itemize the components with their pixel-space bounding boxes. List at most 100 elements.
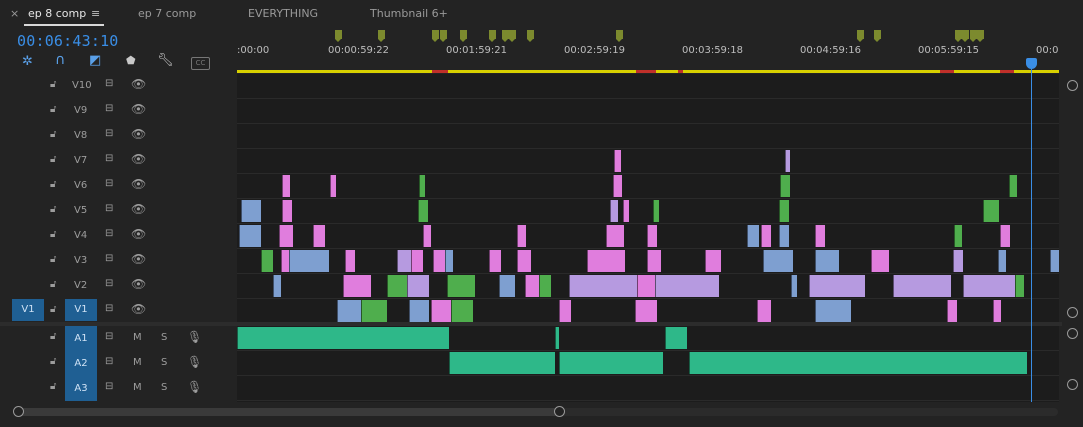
audio-clip[interactable] bbox=[665, 327, 687, 349]
zoom-handle-right[interactable] bbox=[554, 406, 565, 417]
video-clip[interactable] bbox=[261, 250, 273, 272]
scroll-handle[interactable] bbox=[1067, 80, 1078, 91]
video-clip[interactable] bbox=[610, 200, 618, 222]
playhead-line[interactable] bbox=[1031, 58, 1032, 402]
wrench-icon[interactable]: 🔧︎ bbox=[157, 53, 174, 68]
vertical-scrollbar[interactable] bbox=[1062, 74, 1083, 402]
video-clip[interactable] bbox=[517, 225, 526, 247]
lock-icon[interactable]: 🔓︎ bbox=[50, 104, 56, 115]
eye-icon[interactable]: 👁︎ bbox=[131, 302, 146, 316]
video-clip[interactable] bbox=[289, 250, 329, 272]
timeline-marker[interactable] bbox=[502, 30, 509, 42]
eye-icon[interactable]: 👁︎ bbox=[131, 202, 146, 216]
snap-icon[interactable]: ✲ bbox=[22, 54, 33, 69]
mute-button[interactable]: M bbox=[133, 382, 142, 393]
lock-icon[interactable]: 🔓︎ bbox=[50, 154, 56, 165]
sync-lock-icon[interactable]: ⊟ bbox=[105, 178, 113, 189]
lock-icon[interactable]: 🔓︎ bbox=[50, 79, 56, 90]
scroll-handle[interactable] bbox=[1067, 379, 1078, 390]
close-tab-icon[interactable]: × bbox=[10, 0, 19, 30]
video-clip[interactable] bbox=[637, 275, 655, 297]
video-clip[interactable] bbox=[953, 250, 963, 272]
zoom-handle-left[interactable] bbox=[13, 406, 24, 417]
video-clip[interactable] bbox=[613, 175, 622, 197]
horizontal-scrollbar[interactable] bbox=[0, 402, 1083, 427]
video-clip[interactable] bbox=[451, 300, 473, 322]
eye-icon[interactable]: 👁︎ bbox=[131, 252, 146, 266]
video-clip[interactable] bbox=[871, 250, 889, 272]
video-clip[interactable] bbox=[947, 300, 957, 322]
microphone-icon[interactable]: 🎙︎ bbox=[187, 380, 202, 394]
video-clip[interactable] bbox=[893, 275, 951, 297]
timeline-marker[interactable] bbox=[378, 30, 385, 42]
lane-a3[interactable] bbox=[237, 376, 1059, 401]
timeline-marker[interactable] bbox=[970, 30, 977, 42]
video-clip[interactable] bbox=[993, 300, 1001, 322]
video-clip[interactable] bbox=[647, 250, 661, 272]
video-clip[interactable] bbox=[779, 225, 789, 247]
timeline-marker[interactable] bbox=[440, 30, 447, 42]
sync-lock-icon[interactable]: ⊟ bbox=[105, 303, 113, 314]
sync-lock-icon[interactable]: ⊟ bbox=[105, 356, 113, 367]
video-clip[interactable] bbox=[606, 225, 624, 247]
eye-icon[interactable]: 👁︎ bbox=[131, 227, 146, 241]
audio-clip[interactable] bbox=[555, 327, 559, 349]
video-audio-divider[interactable] bbox=[0, 322, 1083, 326]
video-clip[interactable] bbox=[747, 225, 759, 247]
video-clip[interactable] bbox=[998, 250, 1006, 272]
audio-clip[interactable] bbox=[237, 327, 449, 349]
microphone-icon[interactable]: 🎙︎ bbox=[187, 355, 202, 369]
lane-v6[interactable] bbox=[237, 174, 1059, 199]
audio-clip[interactable] bbox=[689, 352, 1027, 374]
video-clip[interactable] bbox=[763, 250, 793, 272]
video-clip[interactable] bbox=[411, 250, 423, 272]
timeline-marker[interactable] bbox=[616, 30, 623, 42]
eye-icon[interactable]: 👁︎ bbox=[131, 152, 146, 166]
video-clip[interactable] bbox=[361, 300, 387, 322]
sync-lock-icon[interactable]: ⊟ bbox=[105, 203, 113, 214]
track-target-a2[interactable]: A2 bbox=[65, 351, 97, 376]
video-clip[interactable] bbox=[779, 200, 789, 222]
video-clip[interactable] bbox=[1050, 250, 1059, 272]
video-clip[interactable] bbox=[387, 275, 407, 297]
video-clip[interactable] bbox=[330, 175, 336, 197]
video-clip[interactable] bbox=[815, 225, 825, 247]
lock-icon[interactable]: 🔓︎ bbox=[50, 204, 56, 215]
video-clip[interactable] bbox=[239, 225, 261, 247]
timeline-marker[interactable] bbox=[489, 30, 496, 42]
video-clip[interactable] bbox=[499, 275, 515, 297]
time-ruler[interactable]: :00:00 00:00:59:22 00:01:59:21 00:02:59:… bbox=[237, 30, 1062, 74]
timeline-marker[interactable] bbox=[962, 30, 969, 42]
timeline-marker[interactable] bbox=[857, 30, 864, 42]
video-clip[interactable] bbox=[815, 300, 851, 322]
video-clip[interactable] bbox=[273, 275, 281, 297]
insert-icon[interactable]: ◩ bbox=[89, 53, 101, 68]
video-clip[interactable] bbox=[569, 275, 637, 297]
timeline-marker[interactable] bbox=[509, 30, 516, 42]
sync-lock-icon[interactable]: ⊟ bbox=[105, 331, 113, 342]
lane-v9[interactable] bbox=[237, 99, 1059, 124]
video-clip[interactable] bbox=[780, 175, 790, 197]
lock-icon[interactable]: 🔓︎ bbox=[50, 179, 56, 190]
video-clip[interactable] bbox=[447, 275, 475, 297]
video-clip[interactable] bbox=[409, 300, 429, 322]
track-target-a3[interactable]: A3 bbox=[65, 376, 97, 401]
sync-lock-icon[interactable]: ⊟ bbox=[105, 103, 113, 114]
video-clip[interactable] bbox=[614, 150, 621, 172]
lock-icon[interactable]: 🔓︎ bbox=[50, 279, 56, 290]
video-clip[interactable] bbox=[983, 200, 999, 222]
video-clip[interactable] bbox=[647, 225, 657, 247]
lock-icon[interactable]: 🔓︎ bbox=[50, 129, 56, 140]
mute-button[interactable]: M bbox=[133, 332, 142, 343]
video-clip[interactable] bbox=[279, 225, 293, 247]
video-clip[interactable] bbox=[407, 275, 429, 297]
eye-icon[interactable]: 👁︎ bbox=[131, 77, 146, 91]
video-clip[interactable] bbox=[791, 275, 797, 297]
tab-ep-7-comp[interactable]: ep 7 comp bbox=[138, 0, 196, 30]
playhead-handle[interactable] bbox=[1026, 58, 1037, 69]
sync-lock-icon[interactable]: ⊟ bbox=[105, 128, 113, 139]
video-clip[interactable] bbox=[653, 200, 659, 222]
video-clip[interactable] bbox=[282, 175, 290, 197]
sync-lock-icon[interactable]: ⊟ bbox=[105, 78, 113, 89]
lock-icon[interactable]: 🔓︎ bbox=[50, 229, 56, 240]
